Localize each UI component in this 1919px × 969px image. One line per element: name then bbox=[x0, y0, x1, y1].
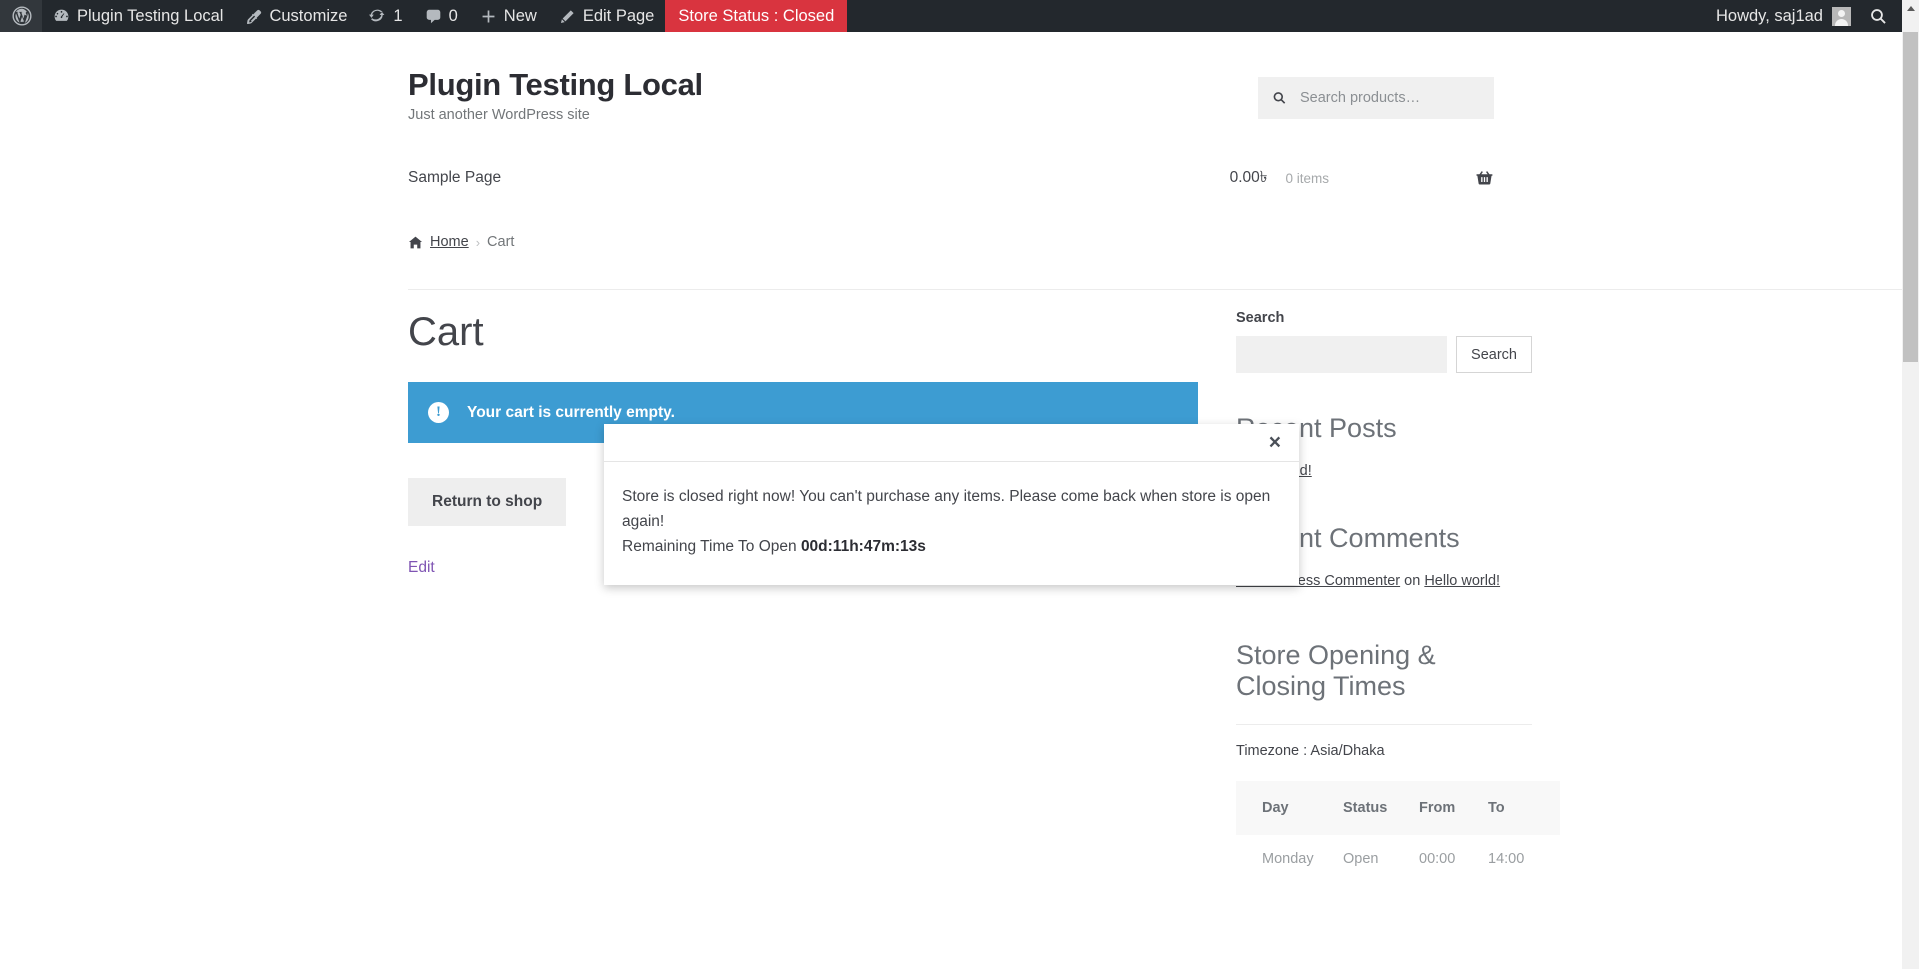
cell-from: 00:00 bbox=[1419, 851, 1456, 868]
admin-bar-spacer bbox=[847, 0, 1705, 32]
modal-countdown-row: Remaining Time To Open 00d:11h:47m:13s bbox=[622, 534, 1281, 559]
breadcrumb-home-link[interactable]: Home bbox=[430, 234, 469, 250]
comment-post-link[interactable]: Hello world! bbox=[1424, 573, 1500, 589]
sidebar: Search Search Recent Posts Hello world! bbox=[1236, 310, 1560, 923]
wp-admin-bar: Plugin Testing Local Customize 1 0 New E… bbox=[0, 0, 1902, 32]
content-columns: Cart ! Your cart is currently empty. Ret… bbox=[408, 250, 1560, 923]
cell-day: Monday bbox=[1262, 851, 1314, 868]
page-title: Cart bbox=[408, 310, 484, 355]
admin-bar-site-name-label: Plugin Testing Local bbox=[77, 6, 224, 25]
avatar bbox=[1832, 6, 1851, 26]
scroll-up-button[interactable] bbox=[1902, 0, 1919, 17]
widget-search: Search Search bbox=[1236, 310, 1532, 374]
breadcrumb-current: Cart bbox=[487, 234, 515, 251]
product-search-form bbox=[1258, 77, 1494, 119]
scroll-up-arrow-icon bbox=[1906, 6, 1915, 11]
wordpress-logo-icon bbox=[12, 6, 32, 26]
store-hours-table-body: Monday Open 00:00 14:00 bbox=[1236, 835, 1560, 883]
column-header-from: From bbox=[1419, 781, 1488, 836]
column-header-day: Day bbox=[1236, 781, 1343, 836]
site-branding: Plugin Testing Local Just another WordPr… bbox=[408, 66, 703, 123]
modal-countdown-value: 00d:11h:47m:13s bbox=[800, 538, 926, 556]
widget-store-hours: Store Opening & Closing Times Timezone :… bbox=[1236, 640, 1560, 883]
store-closed-modal: × Store is closed right now! You can't p… bbox=[604, 424, 1299, 586]
sidebar-search-button[interactable]: Search bbox=[1456, 336, 1532, 374]
updates-icon bbox=[369, 8, 386, 25]
admin-bar-edit-page-label: Edit Page bbox=[582, 6, 655, 25]
admin-bar-customize-label: Customize bbox=[269, 6, 348, 25]
howdy-label: Howdy, saj1ad bbox=[1715, 6, 1823, 25]
breadcrumb-separator: › bbox=[475, 234, 481, 250]
store-hours-title: Store Opening & Closing Times bbox=[1236, 640, 1436, 702]
admin-bar-edit-page[interactable]: Edit Page bbox=[548, 0, 666, 32]
store-hours-divider bbox=[1236, 724, 1532, 726]
modal-countdown-label: Remaining Time To Open bbox=[622, 538, 797, 556]
search-icon bbox=[1869, 7, 1888, 26]
scrollbar-thumb[interactable] bbox=[1903, 32, 1918, 362]
paintbrush-icon bbox=[245, 8, 262, 25]
store-hours-timezone: Timezone : Asia/Dhaka bbox=[1236, 743, 1385, 760]
store-status-label: Store Status : Closed bbox=[678, 6, 835, 25]
admin-bar-updates-count: 1 bbox=[393, 6, 403, 25]
comment-connector: on bbox=[1404, 572, 1421, 589]
admin-bar-updates[interactable]: 1 bbox=[358, 0, 413, 32]
admin-bar-new-label: New bbox=[503, 6, 537, 25]
pencil-icon bbox=[559, 8, 576, 25]
main-column: Cart ! Your cart is currently empty. Ret… bbox=[408, 310, 1198, 923]
site-header-cart[interactable]: 0.00৳ 0 items bbox=[1230, 165, 1494, 191]
nav-item-sample-page[interactable]: Sample Page bbox=[408, 169, 501, 187]
admin-bar-customize[interactable]: Customize bbox=[234, 0, 358, 32]
brand-row: Plugin Testing Local Just another WordPr… bbox=[408, 66, 1494, 123]
breadcrumb: Home › Cart bbox=[408, 210, 1494, 250]
basket-icon[interactable] bbox=[1475, 169, 1494, 188]
close-icon[interactable]: × bbox=[1267, 432, 1283, 453]
header-container: Plugin Testing Local Just another WordPr… bbox=[408, 66, 1919, 290]
cart-total-amount: 0.00৳ bbox=[1229, 169, 1268, 187]
return-to-shop-button[interactable]: Return to shop bbox=[408, 478, 567, 527]
primary-navigation-row: Sample Page 0.00৳ 0 items bbox=[408, 165, 1494, 210]
column-header-to: To bbox=[1488, 781, 1560, 836]
content-container: Cart ! Your cart is currently empty. Ret… bbox=[408, 250, 1560, 923]
table-row: Monday Open 00:00 14:00 bbox=[1236, 835, 1560, 883]
browser-page: Plugin Testing Local Customize 1 0 New E… bbox=[0, 0, 1919, 969]
admin-bar-comments[interactable]: 0 bbox=[414, 0, 469, 32]
product-search-input[interactable] bbox=[1298, 77, 1494, 119]
admin-bar-site-name[interactable]: Plugin Testing Local bbox=[42, 0, 234, 32]
modal-message: Store is closed right now! You can't pur… bbox=[622, 488, 1271, 531]
store-hours-table-head: Day Status From To bbox=[1236, 781, 1560, 836]
search-icon bbox=[1272, 91, 1287, 106]
cell-to: 14:00 bbox=[1488, 851, 1525, 868]
sidebar-search-form: Search bbox=[1236, 336, 1532, 374]
admin-bar-search-button[interactable] bbox=[1859, 0, 1902, 32]
site-description: Just another WordPress site bbox=[408, 107, 590, 124]
modal-header: × bbox=[604, 424, 1299, 462]
scrollbar-track[interactable] bbox=[1902, 17, 1919, 969]
site-title[interactable]: Plugin Testing Local bbox=[408, 66, 703, 103]
wordpress-logo-button[interactable] bbox=[0, 0, 42, 32]
admin-bar-comments-count: 0 bbox=[448, 6, 458, 25]
cell-status: Open bbox=[1343, 851, 1379, 868]
sidebar-search-input[interactable] bbox=[1236, 336, 1448, 374]
column-header-status: Status bbox=[1343, 781, 1419, 836]
admin-bar-my-account[interactable]: Howdy, saj1ad bbox=[1705, 0, 1859, 32]
cart-item-count: 0 items bbox=[1285, 170, 1329, 186]
table-header-row: Day Status From To bbox=[1236, 781, 1560, 836]
comment-bubble-icon bbox=[425, 8, 442, 25]
store-hours-table: Day Status From To Monday Open 00:00 14:… bbox=[1236, 781, 1560, 883]
home-icon bbox=[408, 235, 423, 250]
plus-icon bbox=[480, 8, 497, 25]
dashboard-icon bbox=[53, 8, 70, 25]
search-widget-title: Search bbox=[1236, 310, 1285, 327]
modal-body: Store is closed right now! You can't pur… bbox=[604, 462, 1299, 585]
cart-empty-notice-text: Your cart is currently empty. bbox=[467, 403, 675, 421]
admin-bar-new-content[interactable]: New bbox=[469, 0, 548, 32]
primary-navigation: Sample Page bbox=[408, 169, 501, 187]
info-circle-icon: ! bbox=[428, 402, 449, 424]
site-header: Plugin Testing Local Just another WordPr… bbox=[0, 32, 1919, 290]
page-scrollbar[interactable] bbox=[1902, 0, 1919, 969]
store-status-badge[interactable]: Store Status : Closed bbox=[665, 0, 848, 32]
product-search-box bbox=[1258, 77, 1494, 119]
